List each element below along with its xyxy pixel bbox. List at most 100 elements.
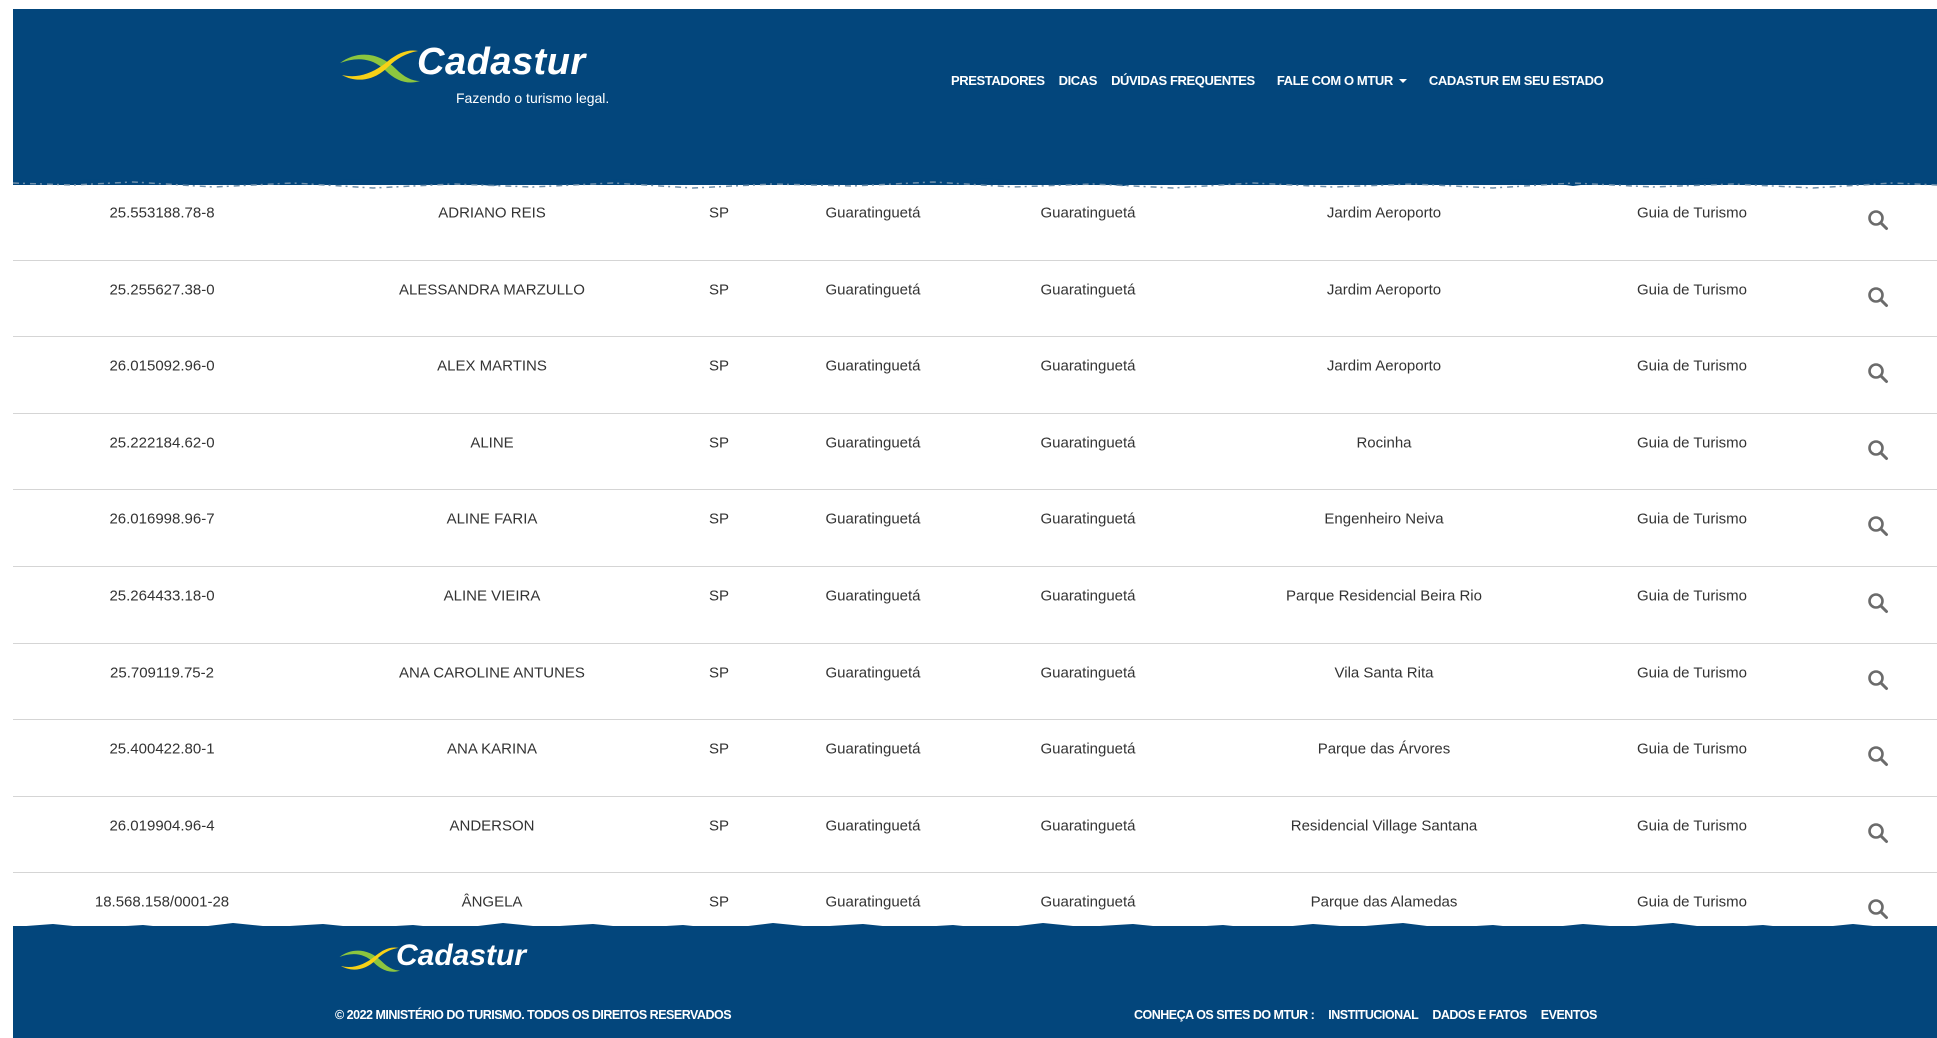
neighborhood-cell: Parque das Árvores [1317, 740, 1451, 758]
municipality-cell: Guaratinguetá [1040, 357, 1136, 375]
state-cell: SP [708, 817, 730, 835]
search-icon[interactable] [1867, 592, 1889, 614]
city-cell: Guaratinguetá [825, 434, 921, 452]
cadastur-number-cell: 18.568.158/0001-28 [94, 893, 230, 911]
neighborhood-cell: Engenheiro Neiva [1324, 510, 1444, 528]
cadastur-number-cell: 25.222184.62-0 [109, 434, 215, 452]
name-cell: ANA CAROLINE ANTUNES [399, 664, 585, 682]
footer-copyright: © 2022 MINISTÉRIO DO TURISMO. TODOS OS D… [335, 1008, 732, 1022]
activity-cell: Guia de Turismo [1636, 510, 1748, 528]
nav-duvidas-frequentes[interactable]: DÚVIDAS FREQUENTES [1111, 73, 1255, 88]
table-row: 25.264433.18-0 ALINE VIEIRA SP Guaratinguet… [13, 567, 1937, 644]
municipality-cell: Guaratinguetá [1040, 817, 1136, 835]
municipality-cell: Guaratinguetá [1040, 740, 1136, 758]
municipality-cell: Guaratinguetá [1040, 510, 1136, 528]
state-cell: SP [708, 664, 730, 682]
state-cell: SP [708, 587, 730, 605]
nav-dicas[interactable]: DICAS [1059, 73, 1098, 88]
activity-cell: Guia de Turismo [1636, 817, 1748, 835]
table-row: 25.255627.38-0 ALESSANDRA MARZULLO SP Guara… [13, 261, 1937, 338]
site-header: Cadastur Fazendo o turismo legal. PRESTA… [13, 9, 1937, 185]
neighborhood-cell: Jardim Aeroporto [1326, 281, 1442, 299]
activity-cell: Guia de Turismo [1636, 281, 1748, 299]
neighborhood-cell: Parque das Alamedas [1310, 893, 1458, 911]
activity-cell: Guia de Turismo [1636, 587, 1748, 605]
search-icon[interactable] [1867, 362, 1889, 384]
name-cell: ÂNGELA [461, 893, 523, 911]
name-cell: ANDERSON [449, 817, 535, 835]
municipality-cell: Guaratinguetá [1040, 281, 1136, 299]
footer-link-eventos[interactable]: EVENTOS [1541, 1008, 1598, 1022]
state-cell: SP [708, 510, 730, 528]
table-row: 26.019904.96-4 ANDERSON SP Guaratinguetá Gua… [13, 797, 1937, 874]
city-cell: Guaratinguetá [825, 893, 921, 911]
logo-wordmark: Cadastur [417, 41, 586, 83]
search-icon[interactable] [1867, 822, 1889, 844]
cadastur-number-cell: 25.553188.78-8 [109, 204, 215, 222]
name-cell: ANA KARINA [446, 740, 538, 758]
state-cell: SP [708, 281, 730, 299]
page: Cadastur Fazendo o turismo legal. PRESTA… [13, 9, 1937, 1038]
municipality-cell: Guaratinguetá [1040, 204, 1136, 222]
footer-link-dados-e-fatos[interactable]: DADOS E FATOS [1432, 1008, 1527, 1022]
logo-tagline: Fazendo o turismo legal. [456, 90, 610, 106]
table-row: 25.553188.78-8 ADRIANO REIS SP Guaratinguet… [13, 184, 1937, 261]
cadastur-number-cell: 25.400422.80-1 [109, 740, 215, 758]
cadastur-number-cell: 26.019904.96-4 [109, 817, 215, 835]
municipality-cell: Guaratinguetá [1040, 893, 1136, 911]
city-cell: Guaratinguetá [825, 281, 921, 299]
search-icon[interactable] [1867, 286, 1889, 308]
results-table: 25.553188.78-8 ADRIANO REIS SP Guaratinguet… [13, 184, 1937, 950]
cadastur-logo[interactable]: Cadastur Fazendo o turismo legal. [338, 39, 638, 109]
table-row: 26.016998.96-7 ALINE FARIA SP Guaratinguetá… [13, 490, 1937, 567]
name-cell: ALINE [470, 434, 514, 452]
footer-link-institucional[interactable]: INSTITUCIONAL [1328, 1008, 1419, 1022]
state-cell: SP [708, 357, 730, 375]
nav-cadastur-em-seu-estado[interactable]: CADASTUR EM SEU ESTADO [1429, 73, 1604, 88]
search-icon[interactable] [1867, 515, 1889, 537]
table-row: 25.400422.80-1 ANA KARINA SP Guaratinguetá G… [13, 720, 1937, 797]
search-icon[interactable] [1867, 209, 1889, 231]
city-cell: Guaratinguetá [825, 357, 921, 375]
search-icon[interactable] [1867, 439, 1889, 461]
cadastur-number-cell: 26.015092.96-0 [109, 357, 215, 375]
neighborhood-cell: Rocinha [1356, 434, 1412, 452]
neighborhood-cell: Residencial Village Santana [1290, 817, 1478, 835]
cadastur-number-cell: 25.264433.18-0 [109, 587, 215, 605]
neighborhood-cell: Vila Santa Rita [1334, 664, 1434, 682]
main-nav: PRESTADORES DICAS DÚVIDAS FREQUENTES FAL… [951, 73, 1617, 88]
footer-nav: CONHEÇA OS SITES DO MTUR : INSTITUCIONAL… [1134, 1008, 1611, 1022]
state-cell: SP [708, 740, 730, 758]
activity-cell: Guia de Turismo [1636, 893, 1748, 911]
activity-cell: Guia de Turismo [1636, 740, 1748, 758]
name-cell: ALINE FARIA [446, 510, 538, 528]
footer-swoosh-icon [339, 947, 400, 972]
name-cell: ALESSANDRA MARZULLO [399, 281, 585, 299]
city-cell: Guaratinguetá [825, 664, 921, 682]
name-cell: ALEX MARTINS [437, 357, 547, 375]
state-cell: SP [708, 893, 730, 911]
neighborhood-cell: Jardim Aeroporto [1326, 204, 1442, 222]
municipality-cell: Guaratinguetá [1040, 587, 1136, 605]
nav-fale-com-o-mtur-dropdown[interactable]: FALE COM O MTUR [1277, 73, 1407, 88]
footer-cadastur-logo[interactable]: Cadastur [338, 939, 538, 985]
city-cell: Guaratinguetá [825, 510, 921, 528]
cadastur-number-cell: 25.709119.75-2 [110, 664, 214, 682]
search-icon[interactable] [1867, 669, 1889, 691]
neighborhood-cell: Parque Residencial Beira Rio [1286, 587, 1482, 605]
footer-logo-wordmark: Cadastur [396, 939, 527, 972]
table-row: 25.709119.75-2 ANA CAROLINE ANTUNES SP Guar… [13, 644, 1937, 721]
footer-sites-label: CONHEÇA OS SITES DO MTUR : [1134, 1008, 1315, 1022]
state-cell: SP [708, 434, 730, 452]
table-row: 26.015092.96-0 ALEX MARTINS SP Guaratinguet… [13, 337, 1937, 414]
cadastur-number-cell: 25.255627.38-0 [109, 281, 215, 299]
city-cell: Guaratinguetá [825, 587, 921, 605]
nav-prestadores[interactable]: PRESTADORES [951, 73, 1045, 88]
city-cell: Guaratinguetá [825, 740, 921, 758]
search-icon[interactable] [1867, 745, 1889, 767]
city-cell: Guaratinguetá [825, 204, 921, 222]
cadastur-swoosh-icon [340, 50, 420, 83]
table-row: 25.222184.62-0 ALINE SP Guaratinguetá Guarat… [13, 414, 1937, 491]
activity-cell: Guia de Turismo [1636, 204, 1748, 222]
name-cell: ADRIANO REIS [438, 204, 546, 222]
